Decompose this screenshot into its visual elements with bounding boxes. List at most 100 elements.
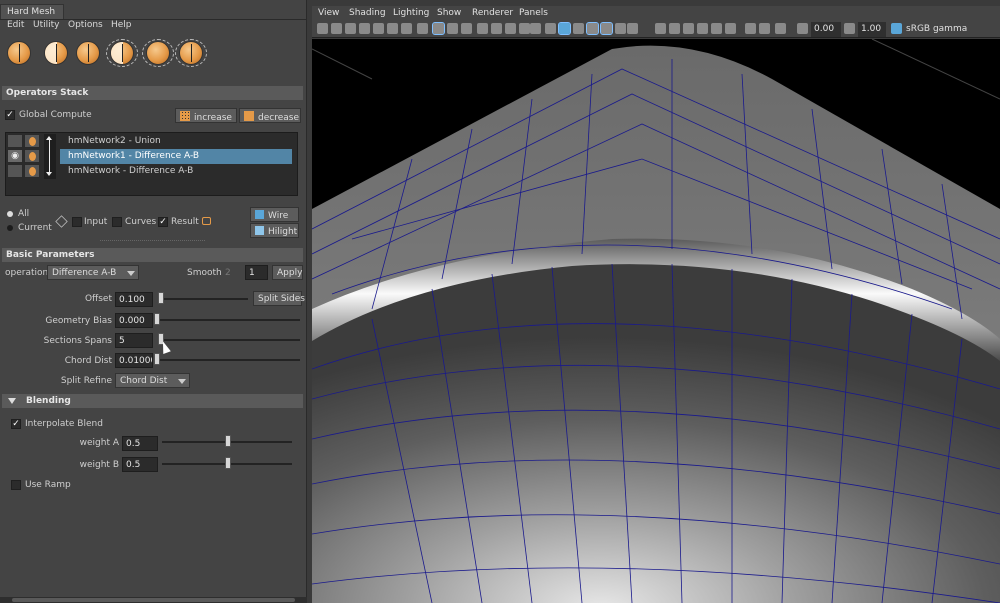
stack-item[interactable]: hmNetwork - Difference A-B (60, 164, 292, 179)
curves-checkbox[interactable] (112, 217, 122, 227)
all-radio[interactable] (7, 211, 13, 217)
input-checkbox[interactable] (72, 217, 82, 227)
3d-viewport[interactable] (312, 39, 1000, 603)
decrease-button[interactable]: decrease (239, 108, 301, 123)
isolate-icon[interactable] (683, 23, 694, 34)
ambient-occlusion-icon[interactable] (615, 23, 626, 34)
exposure-icon[interactable] (797, 23, 808, 34)
backface-icon[interactable] (725, 23, 736, 34)
gamma-icon[interactable] (844, 23, 855, 34)
stack-item-selected[interactable]: hmNetwork1 - Difference A-B (60, 149, 292, 164)
exposure-toggle-icon[interactable] (775, 23, 786, 34)
resolution-gate-icon[interactable] (401, 23, 412, 34)
xray-icon[interactable] (697, 23, 708, 34)
wireframe-on-shaded-icon[interactable] (558, 22, 571, 35)
eye-icon[interactable]: ◉ (7, 149, 23, 163)
split-refine-dropdown[interactable]: Chord Dist (115, 373, 190, 388)
weight-b-slider-handle[interactable] (225, 457, 231, 469)
grease-pencil-icon[interactable] (759, 23, 770, 34)
film-gate-icon[interactable] (387, 23, 398, 34)
geometry-bias-slider[interactable] (158, 319, 300, 321)
camera-select-icon[interactable] (317, 23, 328, 34)
operators-stack-header[interactable]: Operators Stack (2, 86, 303, 100)
color-management-icon[interactable] (891, 23, 902, 34)
viewport-menu-view[interactable]: View (318, 8, 339, 18)
grid-icon[interactable] (373, 23, 384, 34)
wireframe-icon[interactable] (477, 23, 488, 34)
scrollbar-thumb[interactable] (12, 598, 295, 602)
shadows-icon[interactable] (600, 22, 613, 35)
offset-slider[interactable] (158, 298, 248, 300)
viewport-menu-shading[interactable]: Shading (349, 8, 386, 18)
flat-shade-icon[interactable] (505, 23, 516, 34)
bookmark-icon[interactable] (345, 23, 356, 34)
menu-help[interactable]: Help (111, 20, 132, 34)
offset-field[interactable]: 0.100 (115, 292, 153, 307)
collapse-triangle-icon[interactable] (8, 398, 16, 404)
intersection-tool-icon[interactable] (106, 39, 138, 67)
image-plane-icon[interactable] (359, 23, 370, 34)
lights-icon[interactable] (586, 22, 599, 35)
sections-spans-field[interactable]: 5 (115, 333, 153, 348)
gate-mask-icon[interactable] (417, 23, 428, 34)
current-radio[interactable] (7, 225, 13, 231)
increase-button[interactable]: increase (175, 108, 237, 123)
viewport-menu-panels[interactable]: Panels (519, 8, 548, 18)
weight-a-field[interactable]: 0.5 (122, 436, 158, 451)
use-ramp-checkbox[interactable] (11, 480, 21, 490)
chord-dist-slider[interactable] (158, 359, 300, 361)
operation-dropdown[interactable]: Difference A-B (47, 265, 139, 280)
offset-slider-handle[interactable] (158, 292, 164, 304)
multisample-icon[interactable] (655, 23, 666, 34)
menu-utility[interactable]: Utility (33, 20, 59, 34)
split-tool-icon[interactable] (142, 39, 174, 67)
chord-dist-slider-handle[interactable] (154, 353, 160, 365)
viewport-menu-show[interactable]: Show (437, 8, 461, 18)
viewport-menu-lighting[interactable]: Lighting (393, 8, 429, 18)
blending-header[interactable]: Blending (2, 394, 303, 408)
split-sides-button[interactable]: Split Sides (253, 291, 305, 306)
interpolate-blend-checkbox[interactable]: ✓ (11, 419, 21, 429)
global-compute-checkbox[interactable]: ✓ (5, 110, 15, 120)
gamma-field[interactable]: 1.00 (858, 22, 886, 37)
chord-dist-field[interactable]: 0.010000 (115, 353, 153, 368)
shaded-wire-icon[interactable] (545, 23, 556, 34)
depth-of-field-icon[interactable] (669, 23, 680, 34)
resolution-icon[interactable] (745, 23, 756, 34)
merge-tool-icon[interactable] (175, 39, 207, 67)
bounding-box-icon[interactable] (519, 23, 530, 34)
weight-a-slider-handle[interactable] (225, 435, 231, 447)
basic-parameters-header[interactable]: Basic Parameters (2, 248, 303, 262)
smooth-shade-icon[interactable] (491, 23, 502, 34)
viewport-menu-renderer[interactable]: Renderer (472, 8, 513, 18)
view-transform-label[interactable]: sRGB gamma (906, 24, 967, 34)
geometry-bias-slider-handle[interactable] (154, 313, 160, 325)
textured-icon[interactable] (573, 23, 584, 34)
menu-options[interactable]: Options (68, 20, 103, 34)
sections-spans-slider[interactable] (158, 339, 300, 341)
panel-tab-title[interactable]: Hard Mesh (0, 4, 64, 20)
difference-tool-icon[interactable] (76, 41, 100, 65)
safe-action-icon[interactable] (447, 23, 458, 34)
union-tool-icon[interactable] (44, 41, 68, 65)
stack-item[interactable]: hmNetwork2 - Union (60, 134, 292, 149)
safe-title-icon[interactable] (461, 23, 472, 34)
field-chart-icon[interactable] (432, 22, 445, 35)
geometry-bias-field[interactable]: 0.000 (115, 313, 153, 328)
wire-button[interactable]: Wire (250, 207, 299, 222)
points-icon[interactable] (530, 23, 541, 34)
weight-b-field[interactable]: 0.5 (122, 457, 158, 472)
apply-button[interactable]: Apply (272, 265, 303, 280)
result-checkbox[interactable]: ✓ (158, 217, 168, 227)
motion-blur-icon[interactable] (627, 23, 638, 34)
hard-mesh-tool-icon[interactable] (7, 41, 31, 65)
hilight-button[interactable]: Hilight (250, 223, 299, 238)
exposure-field[interactable]: 0.00 (811, 22, 841, 37)
camera-attributes-icon[interactable] (331, 23, 342, 34)
xray-joints-icon[interactable] (711, 23, 722, 34)
visibility-toggle[interactable] (7, 164, 23, 178)
smooth-field[interactable]: 1 (245, 265, 268, 280)
lock-icon[interactable] (202, 217, 211, 225)
menu-edit[interactable]: Edit (7, 20, 24, 34)
visibility-toggle[interactable] (7, 134, 23, 148)
